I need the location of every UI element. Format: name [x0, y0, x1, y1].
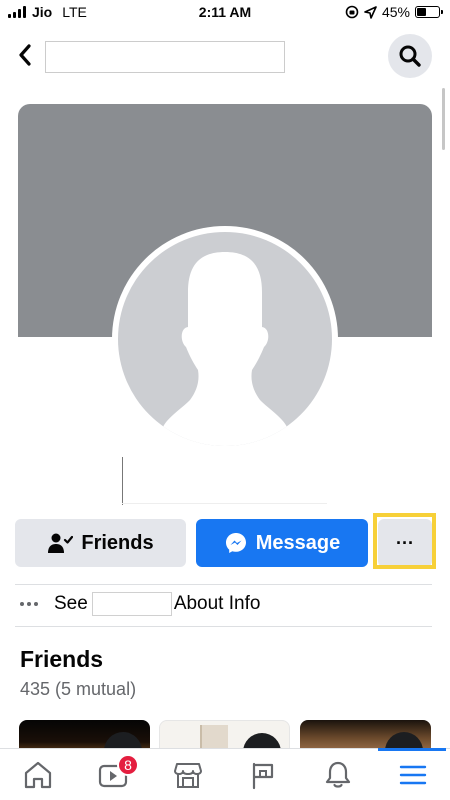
friends-button[interactable]: Friends [15, 519, 186, 567]
message-button[interactable]: Message [196, 519, 368, 567]
search-button[interactable] [388, 34, 432, 78]
about-name [91, 592, 172, 616]
home-icon [24, 761, 51, 789]
battery-percent: 45% [381, 4, 410, 20]
friends-section-title: Friends [20, 646, 104, 672]
messenger-icon [225, 533, 246, 553]
orientation-lock-icon [345, 5, 359, 19]
see-about-info-link[interactable]: See About Info [20, 591, 420, 617]
friends-check-icon [48, 533, 74, 553]
watch-notification-badge: 8 [117, 754, 139, 776]
about-prefix: See [54, 593, 88, 614]
back-button[interactable] [12, 40, 38, 70]
nav-home[interactable] [0, 749, 75, 800]
about-suffix: About Info [173, 593, 261, 614]
status-bar: Jio LTE 2:11 AM 45% [0, 0, 450, 26]
nav-watch[interactable]: 8 [75, 749, 150, 800]
status-bar-right: 45% [345, 4, 443, 20]
nav-notifications[interactable] [300, 749, 375, 800]
friends-button-label: Friends [81, 531, 154, 554]
bottom-nav: 8 [0, 748, 450, 800]
notifications-bell-icon [325, 761, 350, 788]
more-options-button[interactable]: ··· [378, 519, 432, 567]
chevron-left-icon [19, 44, 31, 66]
profile-name-divider [122, 457, 123, 505]
ellipsis-icon [20, 602, 38, 606]
divider [15, 626, 432, 627]
profile-picture[interactable] [112, 226, 338, 452]
menu-icon [399, 765, 426, 785]
marketplace-icon [173, 763, 202, 788]
default-avatar-silhouette-icon [163, 252, 287, 446]
battery-level [417, 8, 427, 16]
nav-menu[interactable] [375, 749, 450, 800]
pages-flag-icon [252, 762, 273, 790]
battery-icon [415, 6, 443, 18]
search-icon [399, 45, 421, 67]
divider [15, 584, 432, 585]
message-button-label: Message [255, 531, 341, 554]
more-options-label: ··· [396, 532, 414, 553]
scrollbar[interactable] [442, 88, 445, 150]
nav-marketplace[interactable] [150, 749, 225, 800]
friends-count: 435 (5 mutual) [20, 679, 137, 699]
profile-name [122, 503, 327, 504]
location-arrow-icon [364, 5, 377, 19]
search-input[interactable] [45, 41, 285, 73]
avatar-placeholder [118, 232, 332, 446]
nav-pages[interactable] [225, 749, 300, 800]
